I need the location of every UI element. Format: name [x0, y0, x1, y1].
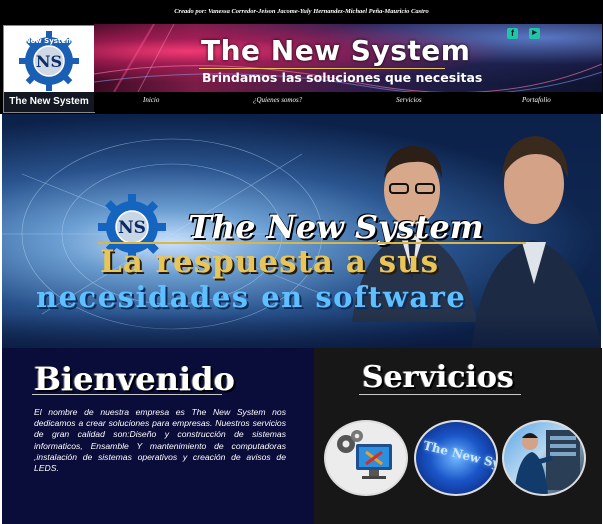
led-sign-text: The New Syste [421, 438, 498, 476]
welcome-section: Bienvenido El nombre de nuestra empresa … [2, 348, 314, 524]
logo-caption: The New System [4, 92, 94, 112]
services-heading: Servicios [362, 360, 514, 395]
hero-shade [2, 314, 601, 348]
logo-initials: NS [36, 52, 62, 71]
service-led-signs[interactable]: The New Syste [414, 420, 498, 496]
service-computer-repair[interactable] [324, 420, 408, 496]
site-logo[interactable]: NS New System The New System [3, 25, 95, 113]
hero-gear-initials: NS [118, 218, 146, 238]
credits-text: Creado por: Vanessa Corredor-Jeison Jaco… [174, 8, 429, 15]
hero-banner: NS The New System La respuesta a sus nec… [2, 114, 601, 348]
technician-image [514, 430, 580, 494]
welcome-text: El nombre de nuestra empresa es The New … [34, 407, 286, 474]
services-divider [359, 394, 521, 395]
hero-brand-text: The New System [188, 208, 484, 246]
service-technician[interactable] [502, 420, 586, 496]
hero-tagline-1: La respuesta a sus [100, 244, 440, 280]
welcome-divider [32, 394, 222, 395]
nav-item-servicios[interactable]: Servicios [396, 96, 422, 104]
services-section: Servicios The New Syste [314, 348, 602, 524]
site-subtitle: Brindamos las soluciones que necesitas [202, 70, 483, 85]
nav-item-portafolio[interactable]: Portafolio [522, 96, 551, 104]
nav-item-quienes-somos[interactable]: ¿Quienes somos? [253, 96, 302, 104]
header-banner: The New System Brindamos las soluciones … [94, 24, 602, 92]
welcome-heading: Bienvenido [34, 360, 235, 398]
title-divider [199, 68, 445, 69]
colleague-image [472, 136, 601, 348]
computer-repair-icon [337, 430, 392, 479]
site-title: The New System [201, 34, 471, 67]
nav-item-inicio[interactable]: Inicio [143, 96, 159, 104]
main-nav: Inicio ¿Quienes somos? Servicios Portafo… [94, 92, 602, 112]
logo-ring-text: New System [25, 37, 74, 45]
youtube-icon[interactable]: ▶ [529, 28, 540, 39]
hero-tagline-2: necesidades en software [36, 280, 467, 314]
facebook-icon[interactable]: f [507, 28, 518, 39]
top-frame: Creado por: Vanessa Corredor-Jeison Jaco… [0, 0, 603, 114]
gear-logo-icon: NS New System [19, 31, 79, 91]
